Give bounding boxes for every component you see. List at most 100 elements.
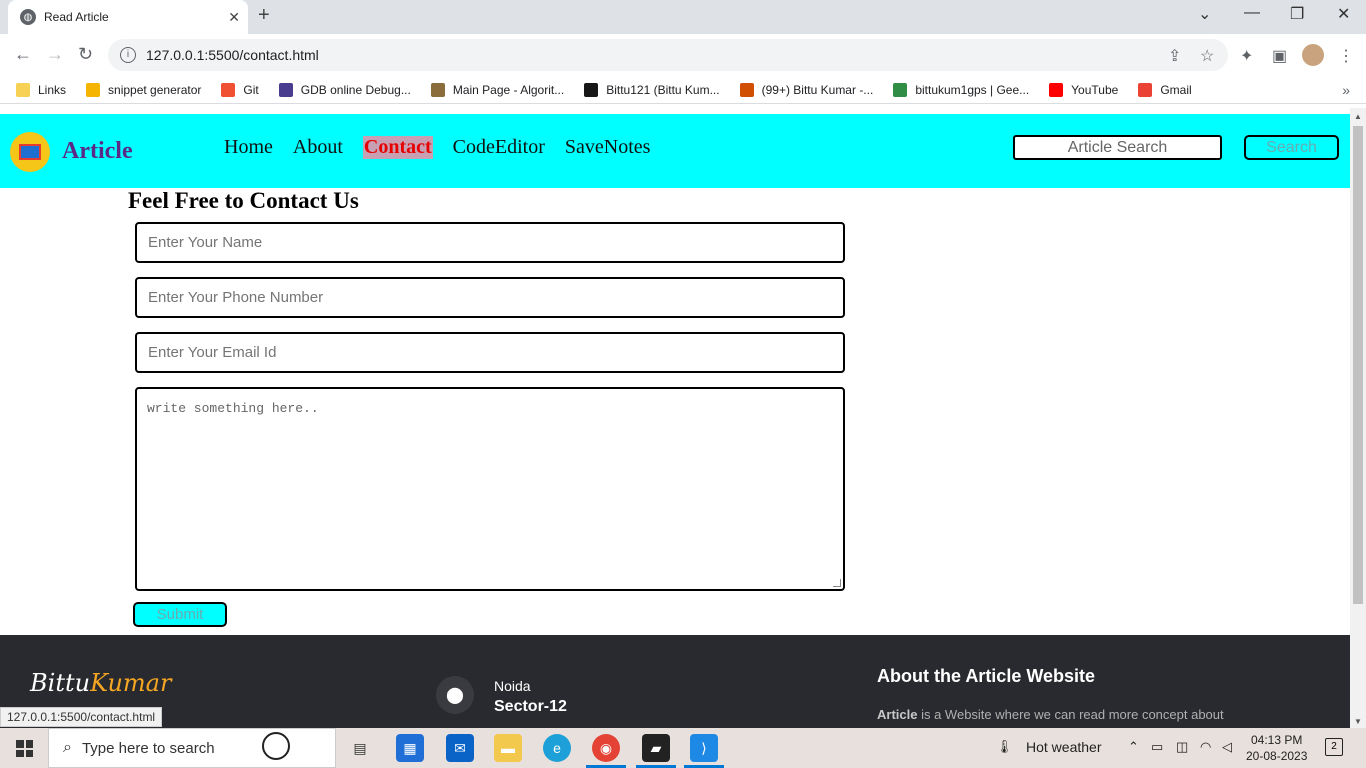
contact-title: Feel Free to Contact Us <box>128 188 359 213</box>
bookmark-item[interactable]: Main Page - Algorit... <box>430 82 564 97</box>
nav-home[interactable]: Home <box>224 136 273 159</box>
scrollbar-thumb[interactable] <box>1353 126 1363 604</box>
chrome-icon[interactable]: ◉ <box>592 734 620 762</box>
restore-icon[interactable]: ❐ <box>1290 4 1304 24</box>
footer-about-text: Article is a Website where we can read m… <box>877 707 1224 722</box>
tab-search-icon[interactable]: ⌄ <box>1198 4 1211 24</box>
bookmark-item[interactable]: GDB online Debug... <box>278 82 411 97</box>
bookmark-item[interactable]: Git <box>221 82 259 97</box>
file-explorer-icon[interactable]: ▬ <box>494 734 522 762</box>
soccer-ball-icon <box>262 732 290 760</box>
bookmark-favicon-icon <box>430 82 445 97</box>
name-input[interactable]: Enter Your Name <box>135 222 845 263</box>
taskbar-clock[interactable]: 04:13 PM 20-08-2023 <box>1246 732 1307 764</box>
bookmark-favicon-icon <box>893 82 908 97</box>
forward-icon[interactable]: → <box>46 44 64 65</box>
clock-time: 04:13 PM <box>1251 733 1303 747</box>
scroll-down-icon[interactable]: ▼ <box>1354 717 1362 726</box>
site-brand[interactable]: Article <box>62 138 133 165</box>
browser-tab[interactable]: ◍ Read Article ✕ <box>8 0 248 34</box>
vscode-icon[interactable]: ⟩ <box>690 734 718 762</box>
message-placeholder: write something here.. <box>147 401 319 416</box>
computer-logo-icon <box>10 132 50 172</box>
phone-input[interactable]: Enter Your Phone Number <box>135 277 845 318</box>
wifi-icon[interactable]: ◠ <box>1200 739 1211 755</box>
bookmark-star-icon[interactable]: ☆ <box>1200 46 1214 66</box>
email-input[interactable]: Enter Your Email Id <box>135 332 845 373</box>
menu-icon[interactable]: ⋮ <box>1338 46 1354 66</box>
windows-taskbar: ⌕ Type here to search ▤ ▦ ✉ ▬ e ◉ ▰ ⟩ 🌡 … <box>0 728 1366 768</box>
footer-logo-first: Bittu <box>30 669 91 697</box>
page-viewport: Article Home About Contact CodeEditor Sa… <box>0 108 1350 728</box>
bookmark-label: bittukum1gps | Gee... <box>915 82 1030 97</box>
meet-icon[interactable]: ◫ <box>1176 739 1188 755</box>
bookmark-item[interactable]: Gmail <box>1138 82 1192 97</box>
bookmarks-bar: Links snippet generator Git GDB online Debu… <box>0 76 1366 104</box>
windows-start-icon[interactable] <box>16 740 33 757</box>
side-panel-icon[interactable]: ▣ <box>1272 46 1287 66</box>
bookmark-item[interactable]: (99+) Bittu Kumar -... <box>739 82 873 97</box>
bookmark-label: GDB online Debug... <box>300 82 411 97</box>
site-navbar: Article Home About Contact CodeEditor Sa… <box>0 114 1350 188</box>
page-scrollbar[interactable]: ▲ ▼ <box>1350 108 1366 728</box>
back-icon[interactable]: ← <box>14 44 32 65</box>
bookmark-item[interactable]: Links <box>16 82 66 97</box>
task-view-icon[interactable]: ▤ <box>346 734 374 762</box>
bookmark-favicon-icon <box>1138 82 1153 97</box>
extensions-icon[interactable]: ✦ <box>1240 46 1253 66</box>
notifications-icon[interactable]: 2 <box>1325 738 1343 756</box>
bookmark-item[interactable]: bittukum1gps | Gee... <box>893 82 1030 97</box>
globe-icon: ◍ <box>20 9 36 25</box>
message-textarea[interactable]: write something here.. <box>135 387 845 591</box>
sticky-notes-icon[interactable]: ▰ <box>642 734 670 762</box>
close-tab-icon[interactable]: ✕ <box>228 9 240 26</box>
close-window-icon[interactable]: ✕ <box>1337 4 1350 24</box>
bookmark-item[interactable]: snippet generator <box>86 82 202 97</box>
weather-icon[interactable]: 🌡 <box>996 739 1013 755</box>
reload-icon[interactable]: ↻ <box>78 44 93 65</box>
nav-contact[interactable]: Contact <box>362 136 433 159</box>
footer-sector: Sector-12 <box>494 698 567 715</box>
bookmark-item[interactable]: Bittu121 (Bittu Kum... <box>584 82 720 97</box>
share-icon[interactable]: ⇪ <box>1168 46 1181 66</box>
battery-icon[interactable]: ▭ <box>1151 739 1163 755</box>
search-icon: ⌕ <box>63 739 72 756</box>
clock-date: 20-08-2023 <box>1246 749 1308 763</box>
bookmark-favicon-icon <box>16 82 30 97</box>
bookmark-favicon-icon <box>584 82 599 97</box>
nav-about[interactable]: About <box>293 136 343 159</box>
taskbar-search-placeholder: Type here to search <box>81 739 215 757</box>
bookmark-favicon-icon <box>1049 82 1064 97</box>
volume-icon[interactable]: ◁ <box>1222 739 1232 755</box>
footer-logo-second: Kumar <box>90 669 172 697</box>
site-info-icon[interactable]: i <box>120 47 136 63</box>
tray-expand-icon[interactable]: ⌃ <box>1128 739 1139 755</box>
article-search-input[interactable]: Article Search <box>1013 135 1222 160</box>
bookmarks-overflow-icon[interactable]: » <box>1342 82 1350 98</box>
bookmark-favicon-icon <box>221 82 236 97</box>
mail-icon[interactable]: ✉ <box>446 734 474 762</box>
tab-title: Read Article <box>44 10 109 24</box>
new-tab-icon[interactable]: + <box>258 4 270 27</box>
bookmark-favicon-icon <box>278 82 293 97</box>
minimize-icon[interactable]: — <box>1244 4 1260 22</box>
submit-button[interactable]: Submit <box>133 602 227 627</box>
store-icon[interactable]: ▦ <box>396 734 424 762</box>
bookmark-item[interactable]: YouTube <box>1049 82 1119 97</box>
weather-text[interactable]: Hot weather <box>1026 739 1101 755</box>
nav-codeeditor[interactable]: CodeEditor <box>453 136 545 159</box>
resize-grip-icon[interactable] <box>833 579 841 587</box>
profile-avatar[interactable] <box>1302 44 1324 66</box>
bookmark-label: YouTube <box>1071 82 1119 97</box>
footer-city: Noida <box>494 678 531 694</box>
taskbar-search[interactable]: ⌕ Type here to search <box>48 728 336 768</box>
edge-icon[interactable]: e <box>543 734 571 762</box>
status-bar-url: 127.0.0.1:5500/contact.html <box>0 707 163 727</box>
search-button[interactable]: Search <box>1244 135 1339 160</box>
bookmark-label: snippet generator <box>108 82 202 97</box>
nav-savenotes[interactable]: SaveNotes <box>565 136 651 159</box>
scroll-up-icon[interactable]: ▲ <box>1354 112 1362 121</box>
address-bar[interactable]: i 127.0.0.1:5500/contact.html <box>108 39 1228 71</box>
bookmark-favicon-icon <box>739 82 754 97</box>
url-text: 127.0.0.1:5500/contact.html <box>146 47 319 63</box>
